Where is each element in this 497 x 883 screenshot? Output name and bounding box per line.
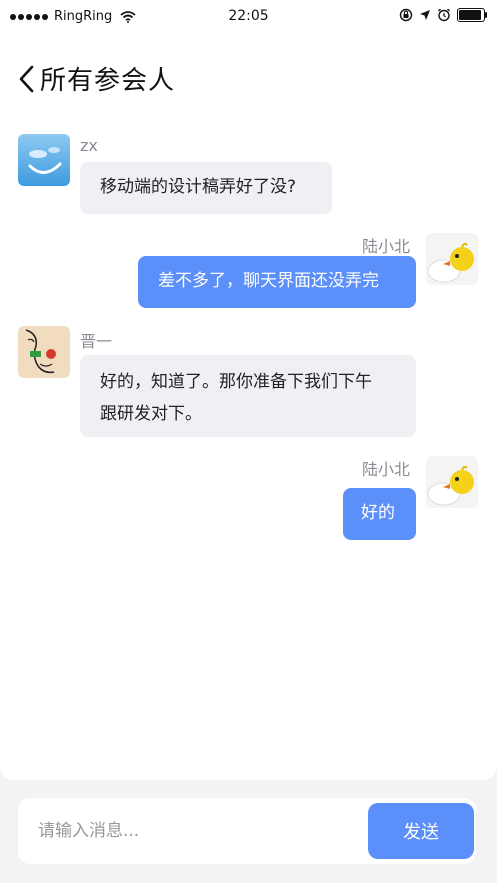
send-button[interactable]: 发送 <box>368 803 474 859</box>
chevron-left-icon[interactable] <box>16 62 40 96</box>
page-title: 所有参会人 <box>40 66 176 96</box>
rotation-lock-icon <box>399 8 413 22</box>
status-right <box>399 8 487 22</box>
chick-avatar[interactable] <box>426 456 478 508</box>
message-input[interactable] <box>18 798 358 864</box>
message-bubble[interactable]: 好的，知道了。那你准备下我们下午 跟研发对下。 <box>80 355 416 437</box>
status-bar: RingRing 22:05 <box>0 0 497 34</box>
location-arrow-icon <box>420 10 430 20</box>
message-line: 好的，知道了。那你准备下我们下午 <box>100 372 372 392</box>
chick-avatar[interactable] <box>426 233 478 285</box>
nav-header: 所有参会人 <box>0 34 497 124</box>
sketch-face-avatar[interactable] <box>18 326 70 378</box>
message-composer: 发送 <box>18 798 476 864</box>
message-bubble[interactable]: 好的 <box>343 488 416 540</box>
battery-icon <box>457 8 487 22</box>
sender-name: 晋一 <box>80 332 113 351</box>
sender-name: 陆小北 <box>362 237 411 256</box>
chat-panel: 所有参会人 zx 移动端的设计稿弄好了没? 陆小北 差不多了，聊天界面还没弄完 … <box>0 34 497 780</box>
message-bubble[interactable]: 差不多了，聊天界面还没弄完 <box>138 256 416 308</box>
alarm-icon <box>438 8 450 22</box>
sender-name: zx <box>80 136 98 155</box>
message-bubble[interactable]: 移动端的设计稿弄好了没? <box>80 162 332 214</box>
message-line: 跟研发对下。 <box>100 404 202 424</box>
sky-smile-avatar[interactable] <box>18 134 70 186</box>
sender-name: 陆小北 <box>362 460 411 479</box>
